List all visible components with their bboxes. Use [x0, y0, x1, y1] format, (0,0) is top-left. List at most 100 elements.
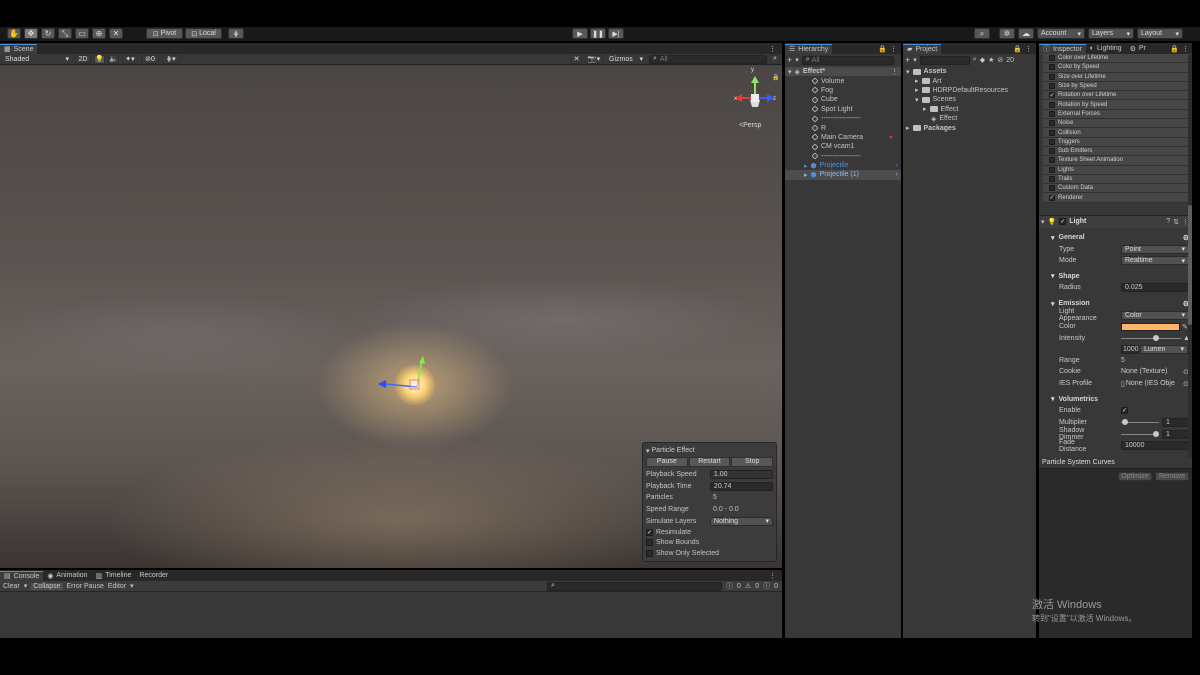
particle-module-row[interactable]: Color by Speed: [1043, 63, 1190, 73]
shadow-dimmer-slider[interactable]: [1121, 430, 1159, 439]
particle-module-row[interactable]: ✓ Rotation over Lifetime: [1043, 91, 1190, 101]
chevron-right-icon[interactable]: ▸: [923, 105, 927, 113]
chevron-right-icon[interactable]: ›: [896, 162, 898, 169]
help-icon[interactable]: ?: [1166, 218, 1170, 225]
2d-toggle[interactable]: 2D: [75, 54, 91, 64]
console-log-area[interactable]: [0, 592, 782, 638]
resimulate-checkbox[interactable]: ✓: [646, 528, 653, 536]
ies-field[interactable]: ▯ None (IES Obje: [1121, 379, 1181, 388]
scrollbar-thumb[interactable]: [1188, 205, 1192, 325]
hierarchy-item-r[interactable]: R: [785, 123, 901, 132]
module-enabled-checkbox[interactable]: [1049, 101, 1055, 108]
pause-button[interactable]: ❚❚: [590, 28, 606, 39]
particle-module-row[interactable]: Noise: [1043, 119, 1190, 129]
chevron-right-icon[interactable]: ▸: [915, 86, 919, 94]
hierarchy-item-projectile[interactable]: ▸ ⬢ Projectile ›: [785, 161, 901, 170]
orient-center-cube[interactable]: [751, 94, 759, 102]
light-component-header[interactable]: ▾ 💡 ✓ Light ? ⇅ ⋮: [1039, 214, 1192, 228]
chevron-down-icon[interactable]: ▾: [915, 96, 919, 104]
module-enabled-checkbox[interactable]: [1049, 148, 1055, 155]
particle-module-row[interactable]: Size by Speed: [1043, 81, 1190, 92]
particle-module-row[interactable]: Sub Emitters: [1043, 146, 1190, 157]
particle-module-row[interactable]: Collision: [1043, 128, 1190, 138]
module-enabled-checkbox[interactable]: [1049, 185, 1055, 192]
cookie-field[interactable]: None (Texture): [1121, 367, 1181, 376]
module-enabled-checkbox[interactable]: [1049, 176, 1055, 182]
module-enabled-checkbox[interactable]: [1049, 110, 1055, 117]
lock-icon[interactable]: 🔒: [878, 45, 887, 53]
scale-tool-button[interactable]: ⤡: [58, 28, 72, 39]
project-effect-folder-row[interactable]: ▸ Effect: [903, 105, 1036, 114]
scene-search-toggle[interactable]: ⌕: [770, 54, 780, 64]
light-enabled-checkbox[interactable]: ✓: [1059, 218, 1067, 226]
particle-module-row[interactable]: Lights: [1043, 165, 1190, 175]
step-button[interactable]: ▶|: [608, 28, 624, 39]
optimize-button[interactable]: Optimize: [1118, 471, 1152, 481]
lock-icon[interactable]: 🔒: [772, 74, 779, 81]
search-icon[interactable]: ⌕: [974, 28, 990, 39]
tab-scene[interactable]: ▦ Scene: [0, 43, 38, 54]
grid-snap-button[interactable]: ⋕: [228, 28, 244, 39]
star-icon[interactable]: ★: [988, 56, 994, 64]
audio-toggle[interactable]: 🔈: [108, 54, 119, 64]
preset-icon[interactable]: ⇅: [1173, 218, 1179, 226]
tab-inspector[interactable]: ⓘ Inspector: [1039, 43, 1086, 54]
grid-toggle[interactable]: ⋕▾: [162, 54, 180, 64]
hierarchy-item-main-camera[interactable]: Main Camera ●: [785, 133, 901, 142]
local-button[interactable]: ⊡ Local: [185, 28, 222, 39]
particle-module-row[interactable]: Rotation by Speed: [1043, 100, 1190, 110]
hierarchy-item-separator-2[interactable]: -----------------: [785, 152, 901, 161]
cloud-icon[interactable]: ☁: [1018, 28, 1034, 39]
pivot-button[interactable]: ⊡ Pivot: [146, 28, 183, 39]
project-hdrp-row[interactable]: ▸ HDRPDefaultResources: [903, 86, 1036, 95]
slider-knob[interactable]: [1153, 430, 1159, 437]
simulate-layers-dropdown[interactable]: Nothing ▾: [709, 516, 773, 526]
tab-lighting[interactable]: ◐ Lighting: [1086, 44, 1126, 54]
more-icon[interactable]: ⋮: [769, 45, 776, 53]
hierarchy-item-projectile-1[interactable]: ▸ ⬢ Projectile (1) ›: [785, 170, 901, 180]
playback-speed-field[interactable]: 1.00: [709, 470, 773, 480]
more-icon[interactable]: ⋮: [890, 45, 897, 53]
info-icon[interactable]: ⓘ: [726, 581, 733, 591]
hierarchy-item-cube[interactable]: Cube: [785, 95, 901, 104]
particle-module-row[interactable]: Color over Lifetime: [1043, 54, 1190, 64]
show-bounds-checkbox[interactable]: [646, 539, 653, 547]
effects-toggle[interactable]: ✦▾: [122, 54, 138, 64]
project-art-row[interactable]: ▸ Art: [903, 76, 1036, 86]
playback-time-field[interactable]: 20.74: [709, 481, 773, 491]
fade-distance-field[interactable]: 10000: [1121, 441, 1189, 451]
tab-hierarchy[interactable]: ☰ Hierarchy: [785, 43, 833, 54]
chevron-down-icon[interactable]: ▾: [1051, 272, 1055, 280]
slider-knob[interactable]: [1122, 418, 1128, 425]
error-pause-button[interactable]: Error Pause: [67, 583, 104, 590]
eye-slash-icon[interactable]: ⊘: [997, 56, 1003, 64]
chevron-right-icon[interactable]: ▸: [915, 77, 919, 85]
transform-tool-button[interactable]: ⊕: [92, 28, 106, 39]
module-enabled-checkbox[interactable]: [1049, 138, 1055, 145]
lock-icon[interactable]: 🔒: [1013, 45, 1022, 53]
eyedropper-icon[interactable]: ✎: [1182, 323, 1188, 331]
tools-toggle[interactable]: ✕: [571, 54, 582, 64]
type-dropdown[interactable]: Point ▾: [1121, 244, 1189, 254]
gizmos-dropdown[interactable]: Gizmos ▾: [606, 55, 646, 64]
gizmo-plane-handle[interactable]: [409, 379, 420, 390]
scene-viewport[interactable]: y x z 🔒 <Persp ▾ Particle Effect Pause R…: [0, 65, 782, 568]
editor-dropdown[interactable]: Editor: [108, 583, 126, 590]
gizmo-y-arrow[interactable]: [419, 356, 425, 364]
hierarchy-item-fog[interactable]: Fog: [785, 86, 901, 95]
search-filter-icon[interactable]: ⌕: [973, 56, 977, 64]
chevron-down-icon[interactable]: ▾: [913, 56, 917, 64]
tab-console[interactable]: ▤ Console: [0, 570, 44, 581]
particle-module-row[interactable]: External Forces: [1043, 109, 1190, 120]
hierarchy-item-separator-1[interactable]: -----------------: [785, 114, 901, 123]
chevron-down-icon[interactable]: ▾: [1051, 395, 1055, 403]
module-enabled-checkbox[interactable]: [1049, 64, 1055, 71]
chevron-right-icon[interactable]: ▸: [804, 171, 808, 179]
module-enabled-checkbox[interactable]: [1049, 166, 1055, 173]
inspector-scrollbar[interactable]: [1188, 55, 1192, 457]
module-enabled-checkbox[interactable]: ✓: [1049, 194, 1055, 201]
lock-icon[interactable]: 🔒: [1170, 45, 1179, 53]
warning-icon[interactable]: ⚠: [745, 582, 751, 590]
tag-filter-icon[interactable]: ◆: [980, 56, 985, 64]
particle-module-row[interactable]: Triggers: [1043, 137, 1190, 147]
